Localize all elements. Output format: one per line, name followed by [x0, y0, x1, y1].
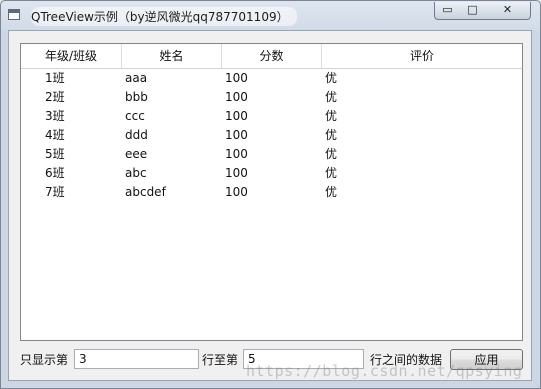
- title-bar[interactable]: QTreeView示例（by逆风微光qq787701109） ▭ □ ✕: [1, 1, 540, 29]
- minimize-icon: ▭: [442, 3, 453, 16]
- cell-score: 100: [225, 109, 248, 123]
- start-row-input[interactable]: [74, 349, 199, 369]
- cell-rating: 优: [325, 185, 338, 199]
- maximize-button[interactable]: □: [460, 2, 486, 20]
- header-score[interactable]: 分数: [222, 44, 322, 68]
- watermark-text: https://blog.csdn.net/qpsying: [246, 362, 523, 380]
- cell-rating: 优: [325, 109, 338, 123]
- cell-rating: 优: [325, 90, 338, 104]
- filter-middle-label: 行至第: [202, 353, 239, 367]
- cell-score: 100: [225, 147, 248, 161]
- table-row[interactable]: 5班 eee 100 优: [21, 145, 522, 164]
- cell-name: abc: [125, 166, 147, 180]
- table-row[interactable]: 7班 abcdef 100 优: [21, 183, 522, 202]
- maximize-icon: □: [467, 3, 478, 16]
- main-window: QTreeView示例（by逆风微光qq787701109） ▭ □ ✕ 年级/…: [0, 0, 541, 389]
- table-row[interactable]: 4班 ddd 100 优: [21, 126, 522, 145]
- cell-class: 4班: [45, 128, 65, 142]
- table-row[interactable]: 2班 bbb 100 优: [21, 88, 522, 107]
- cell-class: 2班: [45, 90, 65, 104]
- cell-class: 7班: [45, 185, 65, 199]
- header-class[interactable]: 年级/班级: [21, 44, 122, 68]
- cell-score: 100: [225, 90, 248, 104]
- minimize-button[interactable]: ▭: [434, 2, 461, 20]
- filter-prefix-label: 只显示第: [20, 353, 69, 367]
- table-row[interactable]: 1班 aaa 100 优: [21, 69, 522, 88]
- close-button[interactable]: ✕: [485, 2, 531, 20]
- cell-score: 100: [225, 128, 248, 142]
- cell-name: aaa: [125, 71, 148, 85]
- tree-header: 年级/班级 姓名 分数 评价: [21, 44, 522, 69]
- close-icon: ✕: [502, 3, 513, 16]
- cell-name: bbb: [125, 90, 148, 104]
- header-name[interactable]: 姓名: [122, 44, 222, 68]
- cell-name: eee: [125, 147, 148, 161]
- client-area: 年级/班级 姓名 分数 评价 1班 aaa 100 优 2班 bbb 100 优: [8, 30, 532, 381]
- tree-view[interactable]: 年级/班级 姓名 分数 评价 1班 aaa 100 优 2班 bbb 100 优: [20, 43, 523, 341]
- cell-name: ddd: [125, 128, 148, 142]
- table-row[interactable]: 6班 abc 100 优: [21, 164, 522, 183]
- cell-rating: 优: [325, 166, 338, 180]
- cell-rating: 优: [325, 147, 338, 161]
- cell-class: 1班: [45, 71, 65, 85]
- cell-rating: 优: [325, 71, 338, 85]
- cell-name: ccc: [125, 109, 145, 123]
- table-row[interactable]: 3班 ccc 100 优: [21, 107, 522, 126]
- window-title: QTreeView示例（by逆风微光qq787701109）: [31, 7, 297, 26]
- cell-class: 5班: [45, 147, 65, 161]
- cell-name: abcdef: [125, 185, 166, 199]
- cell-score: 100: [225, 185, 248, 199]
- header-rating[interactable]: 评价: [322, 44, 522, 68]
- cell-class: 6班: [45, 166, 65, 180]
- cell-rating: 优: [325, 128, 338, 142]
- cell-class: 3班: [45, 109, 65, 123]
- cell-score: 100: [225, 166, 248, 180]
- app-window-icon: [8, 9, 20, 20]
- cell-score: 100: [225, 71, 248, 85]
